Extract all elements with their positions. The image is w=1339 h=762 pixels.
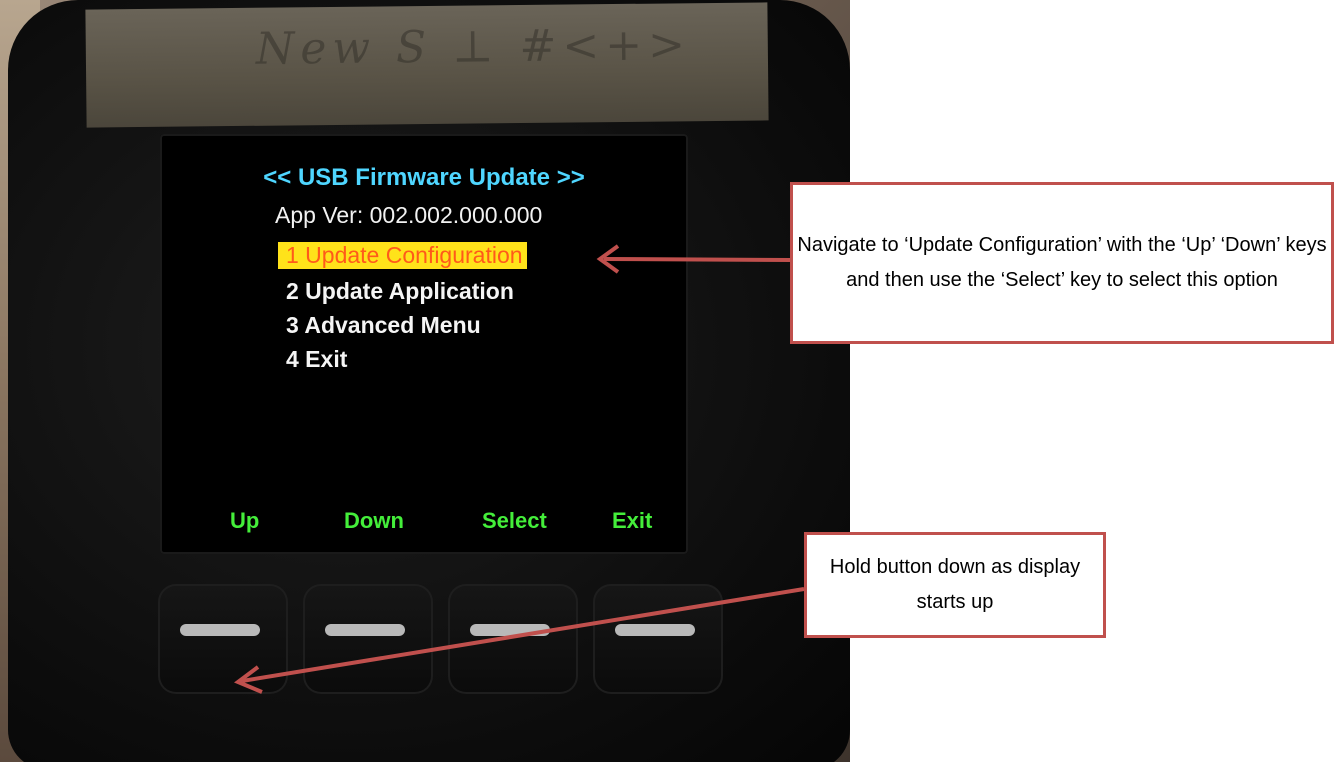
select-button[interactable] <box>448 584 578 694</box>
softkey-label-exit: Exit <box>612 508 653 533</box>
softkey-bar: Up Down Select Exit <box>160 508 688 538</box>
screen-title: << USB Firmware Update >> <box>263 164 585 191</box>
softkey-label-down: Down <box>344 508 404 533</box>
device-photo: New S ⊥ #<+> << USB Firmware Update >> A… <box>0 0 850 762</box>
menu-item-update-application[interactable]: 2 Update Application <box>286 278 514 305</box>
down-button[interactable] <box>303 584 433 694</box>
lcd-screen: << USB Firmware Update >> App Ver: 002.0… <box>160 134 688 554</box>
callout-navigate-text: Navigate to ‘Update Configuration’ with … <box>797 234 1327 291</box>
button-light <box>470 624 550 636</box>
menu-item-update-configuration[interactable]: 1 Update Configuration <box>278 242 527 269</box>
callout-navigate: Navigate to ‘Update Configuration’ with … <box>790 182 1334 344</box>
hardware-buttons <box>158 584 723 704</box>
callout-hold-text: Hold button down as display starts up <box>829 556 1081 613</box>
button-light <box>325 624 405 636</box>
menu-item-exit[interactable]: 4 Exit <box>286 346 347 373</box>
button-light <box>615 624 695 636</box>
button-light <box>180 624 260 636</box>
masking-tape: New S ⊥ #<+> <box>85 2 769 128</box>
handwritten-label: New S ⊥ #<+> <box>255 19 692 75</box>
menu-item-advanced-menu[interactable]: 3 Advanced Menu <box>286 312 481 339</box>
callout-hold-button: Hold button down as display starts up <box>804 532 1106 638</box>
softkey-label-up: Up <box>230 508 260 533</box>
app-version: App Ver: 002.002.000.000 <box>275 202 543 228</box>
up-button[interactable] <box>158 584 288 694</box>
exit-button[interactable] <box>593 584 723 694</box>
softkey-label-select: Select <box>482 508 547 533</box>
display-unit: New S ⊥ #<+> << USB Firmware Update >> A… <box>8 0 850 762</box>
